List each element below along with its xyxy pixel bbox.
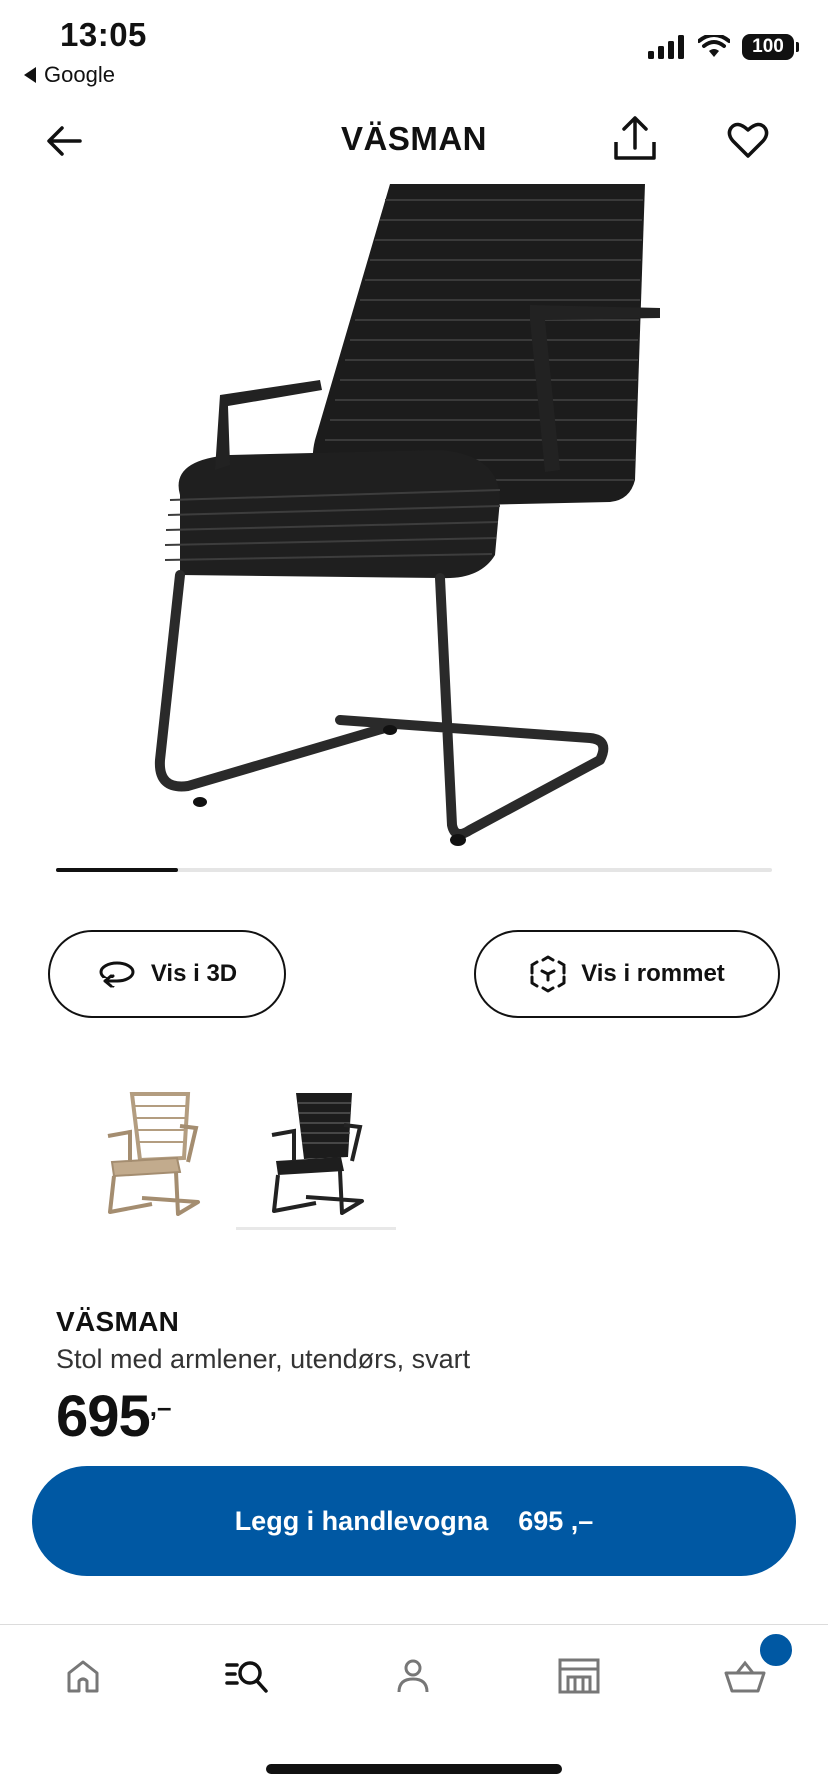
product-name: VÄSMAN (56, 1306, 180, 1337)
view-in-room-label: Vis i rommet (581, 960, 725, 987)
store-icon (558, 1658, 600, 1694)
battery-icon: 100 (742, 34, 799, 60)
heart-icon[interactable] (726, 118, 770, 162)
variant-beige-thumbnail (107, 1092, 200, 1216)
gallery-progress (56, 868, 772, 872)
variant-black[interactable] (236, 1080, 396, 1230)
product-image[interactable] (140, 180, 680, 850)
back-triangle-icon (24, 67, 36, 83)
ar-cube-icon (530, 955, 566, 993)
status-time: 13:05 (60, 16, 147, 53)
add-to-cart-label: Legg i handlevogna (234, 1505, 489, 1536)
gallery-progress-fill (56, 868, 178, 872)
bottom-nav (0, 1625, 828, 1715)
price-value: 695 (56, 1384, 151, 1449)
nav-search[interactable] (222, 1651, 272, 1701)
view-in-room-button[interactable]: Vis i rommet (474, 930, 780, 1018)
page-title: VÄSMAN (340, 120, 487, 157)
view-3d-button[interactable]: Vis i 3D (48, 930, 286, 1018)
product-description: Stol med armlener, utendørs, svart (56, 1344, 471, 1374)
add-to-cart-button[interactable]: Legg i handlevogna 695 ,– (32, 1466, 796, 1576)
share-icon[interactable] (610, 112, 660, 166)
variant-beige[interactable] (72, 1080, 232, 1230)
signal-icon (648, 35, 684, 59)
back-app-label: Google (44, 62, 115, 87)
add-to-cart-price: 695 ,– (518, 1505, 594, 1536)
nav-store[interactable] (554, 1651, 604, 1701)
variant-black-thumbnail (271, 1092, 364, 1215)
home-icon (67, 1660, 99, 1693)
view-3d-label: Vis i 3D (150, 960, 238, 987)
nav-home[interactable] (58, 1651, 108, 1701)
home-indicator[interactable] (266, 1764, 562, 1774)
status-icons: 100 (648, 34, 799, 60)
battery-level: 100 (752, 36, 784, 57)
product-price: 695 ,– (56, 1388, 171, 1446)
search-icon (225, 1661, 268, 1693)
back-to-app-link[interactable]: Google (24, 62, 115, 88)
cart-badge (756, 1630, 796, 1670)
product-header: VÄSMAN (0, 104, 828, 178)
wifi-icon (698, 35, 730, 57)
rotate-3d-icon (99, 961, 135, 988)
nav-profile[interactable] (388, 1651, 438, 1701)
profile-icon (397, 1659, 429, 1693)
price-suffix: ,– (149, 1392, 172, 1422)
